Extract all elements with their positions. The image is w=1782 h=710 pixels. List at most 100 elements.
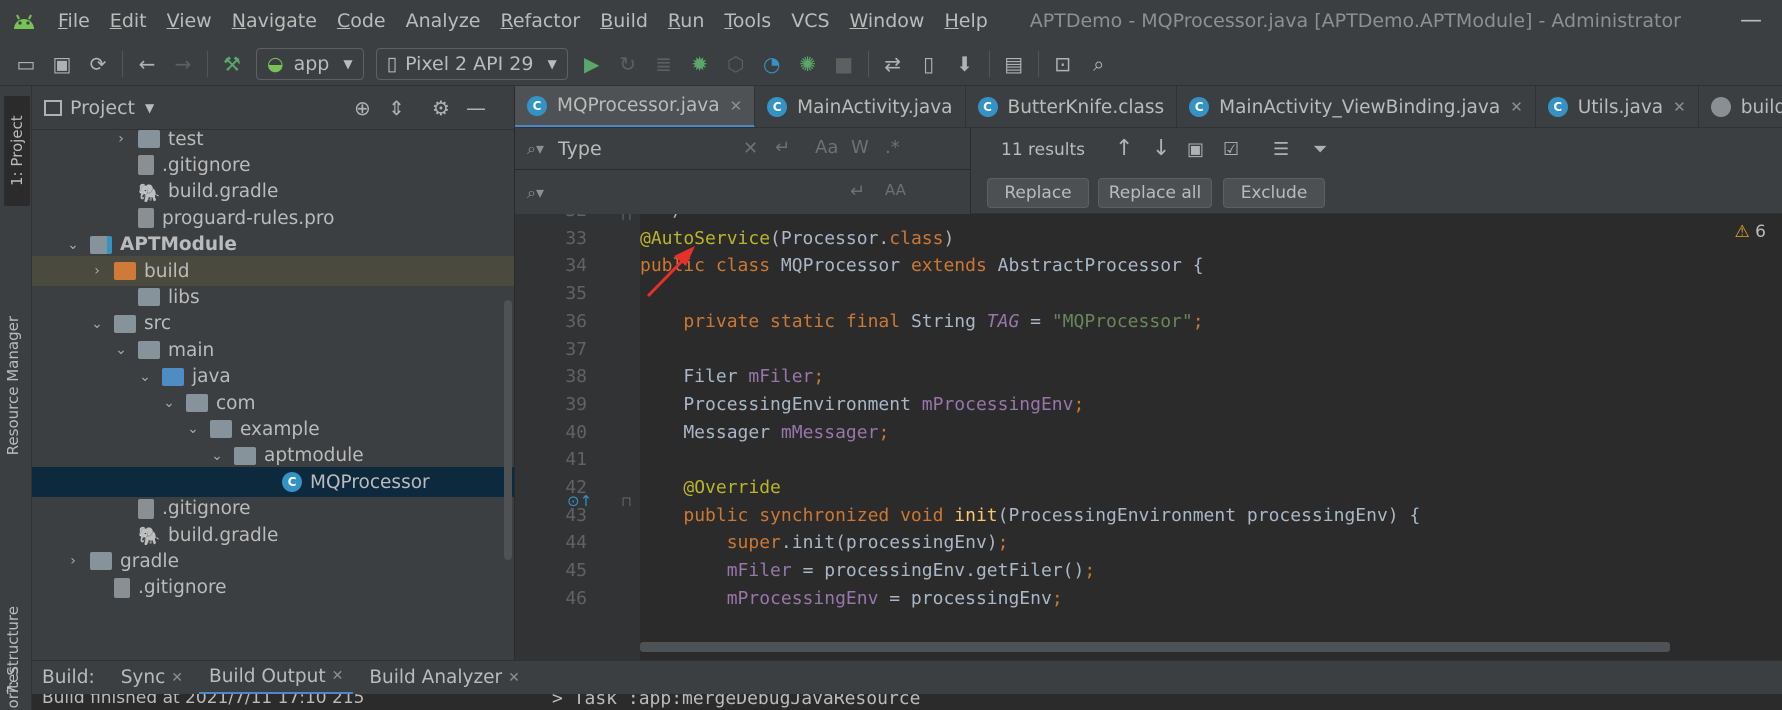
close-tab-icon[interactable]: ✕: [1510, 98, 1523, 116]
chevron-down-icon[interactable]: ⌄: [112, 342, 130, 358]
words-toggle[interactable]: W: [851, 137, 869, 158]
next-occurrence-icon[interactable]: ↓: [1152, 136, 1170, 161]
menu-item-analyze[interactable]: Analyze: [396, 10, 491, 32]
preserve-case-toggle[interactable]: AA: [885, 181, 906, 199]
tool-window-resource-manager-tab[interactable]: Resource Manager: [4, 316, 22, 455]
search-history-icon[interactable]: ⌕▾: [527, 139, 544, 159]
open-folder-icon[interactable]: ▭: [8, 46, 44, 82]
project-structure-icon[interactable]: ▤: [996, 46, 1032, 82]
close-tab-icon[interactable]: ✕: [332, 668, 344, 684]
in-selection-icon[interactable]: ☑: [1223, 139, 1239, 160]
editor-tab[interactable]: C MQProcessor.java ✕: [515, 86, 756, 127]
locate-target-icon[interactable]: ⊕: [354, 96, 371, 120]
code-editor[interactable]: 32 */33@AutoService(Processor.class)34pu…: [515, 214, 1782, 660]
match-case-toggle[interactable]: Aa: [815, 137, 838, 158]
chevron-right-icon[interactable]: ›: [112, 131, 130, 147]
multi-line-icon[interactable]: ☰: [1273, 139, 1289, 160]
chevron-right-icon[interactable]: ›: [88, 263, 106, 279]
menu-item-run[interactable]: Run: [658, 10, 714, 32]
editor-tab[interactable]: C MainActivity.java: [755, 86, 966, 127]
search-icon[interactable]: ⌕: [1081, 46, 1117, 82]
project-scrollbar[interactable]: [504, 300, 512, 560]
close-tab-icon[interactable]: ✕: [730, 97, 743, 115]
menu-item-view[interactable]: View: [157, 10, 222, 32]
menu-item-help[interactable]: Help: [934, 10, 997, 32]
terminal-icon[interactable]: ⊡: [1045, 46, 1081, 82]
sync-icon[interactable]: ⟳: [80, 46, 116, 82]
project-panel-title[interactable]: Project: [70, 97, 135, 119]
apply-code-changes-icon[interactable]: ≣: [646, 46, 682, 82]
menu-bar: File Edit View Navigate Code Analyze Refactor B…: [0, 0, 1782, 42]
chevron-right-icon[interactable]: ›: [64, 553, 82, 569]
menu-item-build[interactable]: Build: [590, 10, 658, 32]
editor-tab[interactable]: C Utils.java ✕: [1536, 86, 1699, 127]
device-select[interactable]: ▯ Pixel 2 API 29 ▼: [375, 47, 568, 80]
tool-window-favorites-tab[interactable]: orites: [4, 666, 22, 708]
clear-search-icon[interactable]: ✕: [743, 138, 758, 159]
hide-panel-icon[interactable]: —: [466, 96, 486, 120]
menu-item-tools[interactable]: Tools: [714, 10, 781, 32]
gear-icon[interactable]: ⚙: [432, 96, 450, 120]
search-field[interactable]: ⌕▾ Type ✕ ↵ Aa W .*: [515, 128, 970, 170]
close-tab-icon[interactable]: ✕: [508, 670, 520, 686]
filter-selection-icon[interactable]: ▣: [1187, 139, 1204, 160]
chevron-down-icon[interactable]: ▼: [145, 101, 154, 115]
replace-button[interactable]: Replace: [987, 178, 1089, 208]
file-icon: [138, 155, 154, 176]
profile-icon[interactable]: ◔: [754, 46, 790, 82]
new-line-icon[interactable]: ↵: [775, 137, 790, 158]
close-tab-icon[interactable]: ✕: [1673, 98, 1686, 116]
chevron-down-icon[interactable]: ⌄: [88, 316, 106, 332]
close-tab-icon[interactable]: ✕: [171, 670, 183, 686]
chevron-down-icon[interactable]: ⌄: [160, 395, 178, 411]
run-icon[interactable]: ▶: [574, 46, 610, 82]
build-tab-label: Sync: [120, 667, 166, 688]
build-tab[interactable]: Build Analyzer ✕: [359, 661, 530, 695]
menu-item-vcs[interactable]: VCS: [781, 10, 839, 32]
make-project-hammer-icon[interactable]: ⚒: [214, 46, 250, 82]
menu-item-navigate[interactable]: Navigate: [222, 10, 327, 32]
menu-item-edit[interactable]: Edit: [100, 10, 157, 32]
chevron-down-icon[interactable]: ⌄: [64, 237, 82, 253]
menu-item-code[interactable]: Code: [327, 10, 396, 32]
chevron-down-icon[interactable]: ⌄: [208, 448, 226, 464]
editor-tab[interactable]: C MainActivity_ViewBinding.java ✕: [1177, 86, 1536, 127]
project-tree-label: .gitignore: [162, 154, 251, 176]
save-icon[interactable]: ▣: [44, 46, 80, 82]
collapse-all-icon[interactable]: ⇕: [388, 96, 405, 120]
build-tab[interactable]: Sync ✕: [111, 661, 193, 695]
chevron-down-icon[interactable]: ⌄: [184, 421, 202, 437]
sync-gradle-icon[interactable]: ⇄: [875, 46, 911, 82]
replace-all-button[interactable]: Replace all: [1098, 178, 1212, 208]
menu-item-refactor[interactable]: Refactor: [490, 10, 590, 32]
attach-debugger-icon[interactable]: ⬡: [718, 46, 754, 82]
regex-toggle[interactable]: .*: [885, 137, 900, 158]
apply-changes-icon[interactable]: ↻: [610, 46, 646, 82]
editor-tab[interactable]: C ButterKnife.class: [966, 86, 1178, 127]
minimize-button[interactable]: —: [1740, 8, 1762, 33]
build-tab[interactable]: Build Output ✕: [199, 661, 354, 695]
menu-item-file[interactable]: File: [48, 10, 100, 32]
menu-item-window[interactable]: Window: [840, 10, 935, 32]
stop-icon[interactable]: ■: [826, 46, 862, 82]
tool-window-project-tab[interactable]: 1: Project: [4, 96, 30, 206]
debug-attach-icon[interactable]: ✺: [790, 46, 826, 82]
chevron-down-icon[interactable]: ⌄: [136, 369, 154, 385]
search-input[interactable]: Type: [558, 138, 602, 160]
sdk-manager-icon[interactable]: ⬇: [947, 46, 983, 82]
replace-history-icon[interactable]: ⌕▾: [527, 183, 544, 203]
run-config-select[interactable]: ◒ app ▼: [256, 47, 364, 80]
editor-tab[interactable]: build.gr: [1699, 86, 1782, 127]
forward-icon[interactable]: →: [165, 46, 201, 82]
debug-icon[interactable]: ✹: [682, 46, 718, 82]
replace-field[interactable]: ⌕▾ ↵ AA: [515, 172, 970, 214]
project-tree-item[interactable]: .gitignore: [32, 573, 514, 603]
new-line-icon[interactable]: ↵: [850, 181, 865, 202]
project-tree-label: build: [144, 260, 190, 282]
avd-manager-icon[interactable]: ▯: [911, 46, 947, 82]
previous-occurrence-icon[interactable]: ↑: [1115, 136, 1133, 161]
exclude-button[interactable]: Exclude: [1223, 178, 1325, 208]
project-tree-label: proguard-rules.pro: [162, 207, 335, 229]
back-icon[interactable]: ←: [129, 46, 165, 82]
filter-icon[interactable]: ⏷: [1313, 139, 1327, 160]
